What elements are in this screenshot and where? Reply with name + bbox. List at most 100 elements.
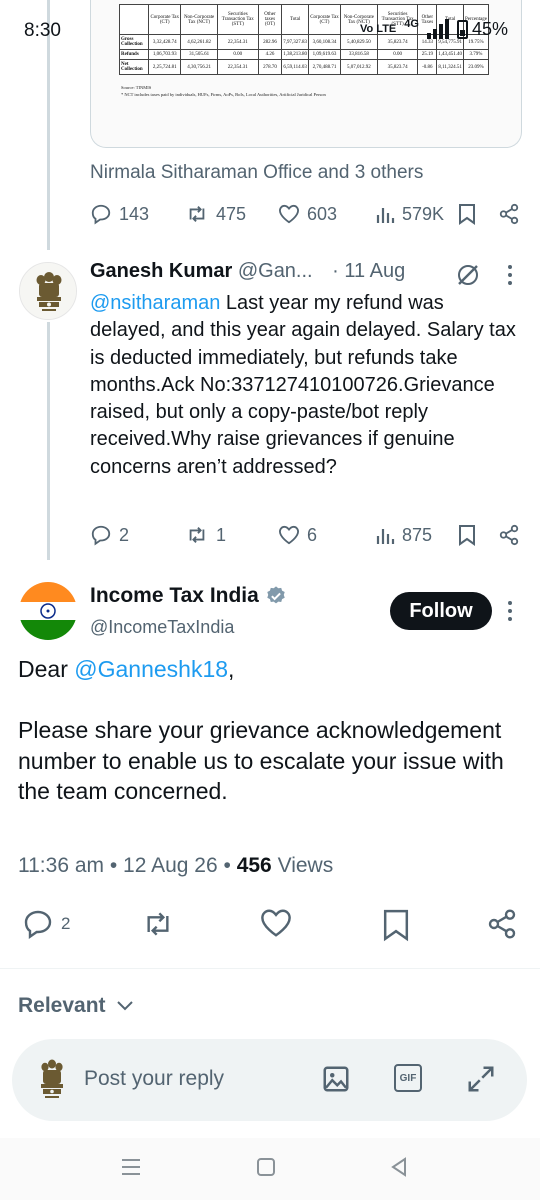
reply-button[interactable]: 2 xyxy=(22,908,70,940)
status-icons: Vo LTE 4G 45% xyxy=(360,18,508,40)
views-count: 875 xyxy=(402,524,433,545)
gif-label: GIF xyxy=(399,1072,417,1084)
avatar[interactable] xyxy=(19,262,77,320)
thread-line xyxy=(47,322,50,560)
reply-tweet-actions: 2 1 6 875 xyxy=(90,521,522,549)
repost-icon xyxy=(147,912,169,936)
bookmark-button[interactable] xyxy=(458,203,476,225)
more-options-icon[interactable] xyxy=(508,265,512,289)
main-text-body: Please share your grievance acknowledgem… xyxy=(18,717,504,805)
status-bar: 8:30 Vo LTE 4G 45% xyxy=(0,0,540,62)
battery-level: 45% xyxy=(471,18,508,39)
heart-icon xyxy=(278,525,300,545)
like-button[interactable]: 603 xyxy=(278,204,337,225)
more-options-icon[interactable] xyxy=(508,601,512,625)
emblem-icon xyxy=(41,1059,63,1098)
main-tweet-actions: 2 xyxy=(0,908,540,948)
meta-separator: • xyxy=(109,854,118,877)
reply-date[interactable]: 11 Aug xyxy=(344,260,405,282)
tweet-meta: 11:36 am • 12 Aug 26 • 456 Views xyxy=(18,854,333,878)
main-author-handle[interactable]: @IncomeTaxIndia xyxy=(90,617,234,638)
table-note: * NCT includes taxes paid by individuals… xyxy=(121,92,326,97)
emblem-icon xyxy=(20,263,76,319)
repost-icon xyxy=(189,527,205,543)
views-button[interactable]: 579K xyxy=(375,204,444,225)
expand-icon xyxy=(468,1066,494,1092)
follow-button[interactable]: Follow xyxy=(390,592,492,630)
views-count[interactable]: 456 xyxy=(237,854,272,877)
views-count: 579K xyxy=(402,203,445,224)
bookmark-button[interactable] xyxy=(458,524,476,546)
reply-count: 2 xyxy=(61,914,71,933)
reply-input-container[interactable]: Post your reply GIF xyxy=(12,1039,527,1121)
repost-count: 1 xyxy=(216,524,227,545)
status-time: 8:30 xyxy=(24,20,61,41)
top-tweet-actions: 143 475 603 579K xyxy=(90,200,522,228)
repost-count: 475 xyxy=(216,203,247,224)
heart-icon xyxy=(278,204,300,224)
battery-icon xyxy=(456,19,468,39)
reply-mention[interactable]: @nsitharaman xyxy=(90,292,220,314)
like-button[interactable] xyxy=(259,908,293,938)
sort-dropdown[interactable]: Relevant xyxy=(18,994,134,1018)
recents-button[interactable] xyxy=(120,1156,142,1183)
like-count: 6 xyxy=(307,524,318,545)
back-button[interactable] xyxy=(388,1156,410,1183)
repost-button[interactable]: 475 xyxy=(185,203,246,225)
table-source: Source: TINMIS xyxy=(121,85,152,90)
divider xyxy=(0,968,540,969)
battery-indicator: 45% xyxy=(456,18,508,40)
bookmark-button[interactable] xyxy=(382,908,410,942)
views-icon xyxy=(376,208,395,223)
expand-button[interactable] xyxy=(466,1064,496,1099)
home-icon xyxy=(257,1158,275,1176)
meta-separator: • xyxy=(223,854,231,877)
tweet-time: 11:36 am xyxy=(18,854,104,877)
repost-button[interactable] xyxy=(140,908,176,940)
grok-icon[interactable] xyxy=(455,262,481,293)
repost-button[interactable]: 1 xyxy=(185,524,226,546)
back-icon xyxy=(391,1157,406,1177)
reply-author-name[interactable]: Ganesh Kumar xyxy=(90,260,232,282)
home-button[interactable] xyxy=(256,1156,276,1183)
share-button[interactable] xyxy=(486,908,518,940)
share-button[interactable] xyxy=(498,203,520,225)
menu-icon xyxy=(122,1159,140,1175)
reply-date-separator: · xyxy=(332,260,339,282)
system-nav-bar xyxy=(0,1138,540,1200)
bookmark-icon xyxy=(459,525,475,546)
reply-button[interactable]: 2 xyxy=(90,524,129,546)
reply-icon xyxy=(24,910,52,939)
chevron-down-icon xyxy=(116,1001,133,1011)
reply-count: 143 xyxy=(119,203,150,224)
signal-icon xyxy=(426,19,449,39)
repost-icon xyxy=(189,206,205,222)
main-author-name[interactable]: Income Tax India xyxy=(90,584,287,608)
main-mention[interactable]: @Ganneshk18 xyxy=(74,656,228,682)
verified-badge-icon xyxy=(267,586,285,604)
user-avatar xyxy=(32,1056,72,1104)
table-footnote: Source: TINMIS * NCT includes taxes paid… xyxy=(121,84,326,98)
share-icon xyxy=(499,203,519,225)
reply-button[interactable]: 143 xyxy=(90,203,149,225)
gif-icon: GIF xyxy=(394,1064,422,1092)
image-button[interactable] xyxy=(321,1064,351,1099)
tagged-users[interactable]: Nirmala Sitharaman Office and 3 others xyxy=(90,162,423,184)
share-icon xyxy=(488,909,516,939)
reply-icon xyxy=(91,525,111,546)
author-name-text: Income Tax India xyxy=(90,584,259,607)
avatar[interactable] xyxy=(19,582,77,640)
volte-indicator: Vo LTE xyxy=(360,23,397,35)
main-tweet-text: Dear @Ganneshk18, Please share your grie… xyxy=(18,654,523,807)
gif-button[interactable]: GIF xyxy=(394,1064,422,1092)
like-button[interactable]: 6 xyxy=(278,525,317,546)
reply-composer: Post your reply GIF xyxy=(0,1030,540,1138)
reply-count: 2 xyxy=(119,524,130,545)
greeting-suffix: , xyxy=(228,656,235,682)
image-icon xyxy=(323,1066,349,1092)
views-button[interactable]: 875 xyxy=(375,525,432,546)
share-button[interactable] xyxy=(498,524,520,546)
share-icon xyxy=(499,524,519,546)
reply-text: Last year my refund was delayed, and thi… xyxy=(90,292,516,478)
reply-author-handle[interactable]: @Gan... xyxy=(238,260,313,282)
